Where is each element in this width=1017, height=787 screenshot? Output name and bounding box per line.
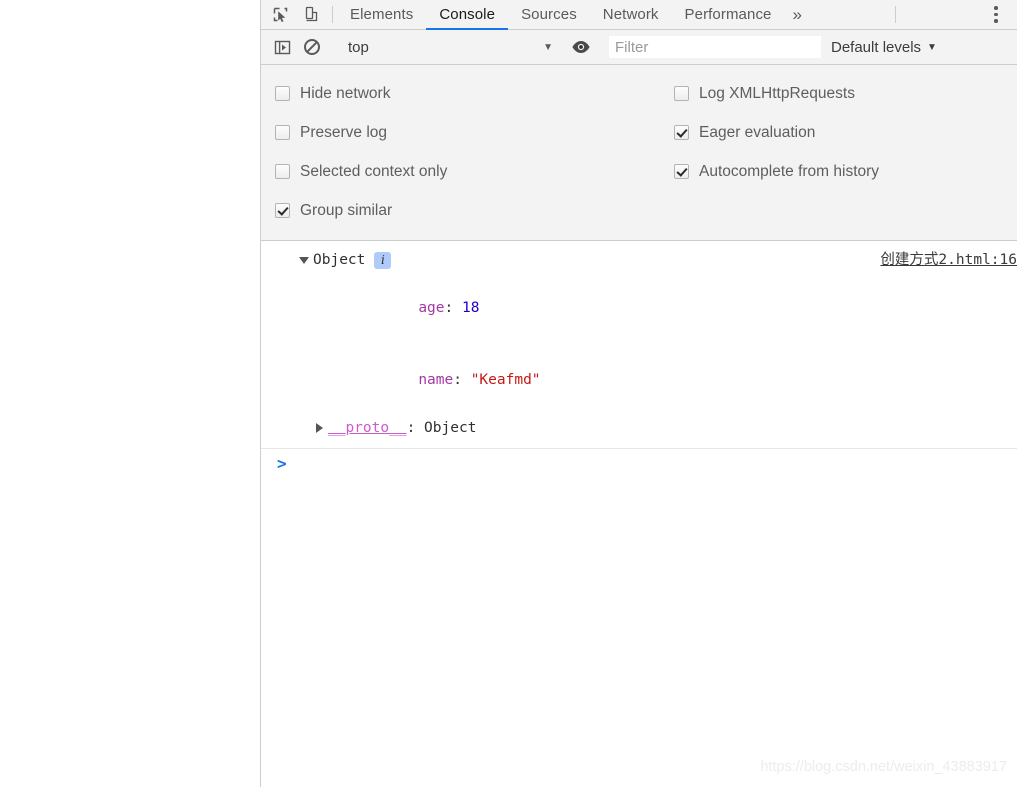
clear-console-icon[interactable] [299, 34, 325, 60]
prompt-caret-icon: > [277, 454, 287, 473]
selected-context-only-checkbox[interactable] [275, 164, 290, 179]
watermark: https://blog.csdn.net/weixin_43883917 [760, 759, 1007, 775]
hide-network-checkbox[interactable] [275, 86, 290, 101]
settings-column-left: Hide network Preserve log Selected conte… [261, 74, 666, 230]
tab-performance[interactable]: Performance [672, 0, 785, 29]
more-tabs-label: » [792, 4, 802, 24]
devtools-tool-icons [261, 0, 328, 29]
devtools-tabstrip: Elements Console Sources Network Perform… [261, 0, 1017, 30]
kebab-dot [994, 19, 998, 23]
screenshot-root: Elements Console Sources Network Perform… [0, 0, 1017, 787]
tab-network-label: Network [602, 6, 659, 23]
setting-hide-network[interactable]: Hide network [275, 74, 666, 113]
setting-group-similar[interactable]: Group similar [275, 191, 666, 230]
expand-triangle-icon[interactable] [316, 423, 323, 433]
autocomplete-from-history-label: Autocomplete from history [699, 162, 880, 180]
console-settings-pane: Hide network Preserve log Selected conte… [261, 65, 1017, 241]
more-tabs-chevron-icon[interactable]: » [785, 0, 812, 29]
log-xmlhttprequests-checkbox[interactable] [674, 86, 689, 101]
setting-autocomplete-from-history[interactable]: Autocomplete from history [674, 152, 1017, 191]
settings-column-right: Log XMLHttpRequests Eager evaluation Aut… [666, 74, 1017, 230]
eye-icon[interactable] [568, 34, 594, 60]
preserve-log-label: Preserve log [300, 123, 388, 141]
proto-value: Object [424, 420, 477, 436]
autocomplete-from-history-checkbox[interactable] [674, 164, 689, 179]
info-badge-icon: i [374, 251, 392, 269]
chevron-down-icon: ▼ [543, 41, 553, 53]
tab-elements[interactable]: Elements [337, 0, 426, 29]
proto-separator: : [406, 420, 425, 436]
log-levels-dropdown[interactable]: Default levels ▼ [831, 39, 937, 56]
property-separator: : [444, 300, 462, 316]
hide-network-label: Hide network [300, 84, 391, 102]
property-value: 18 [461, 300, 480, 316]
property-key: name [418, 372, 454, 388]
devtools-panel: Elements Console Sources Network Perform… [260, 0, 1017, 787]
setting-selected-context-only[interactable]: Selected context only [275, 152, 666, 191]
property-value: "Keafmd" [470, 372, 541, 388]
object-label: Object [313, 252, 366, 268]
tab-sources-label: Sources [521, 6, 577, 23]
tab-network[interactable]: Network [590, 0, 672, 29]
console-filter-toolbar: top ▼ Default levels ▼ [261, 30, 1017, 65]
tabstrip-divider-right [894, 6, 896, 23]
tab-console-label: Console [439, 6, 496, 23]
tab-elements-label: Elements [350, 6, 414, 23]
object-property-row: name: "Keafmd" [261, 344, 1017, 416]
console-output: 创建方式2.html:16 Object i age: 18 name: "Ke… [261, 241, 1017, 481]
console-sidebar-icon[interactable] [269, 34, 295, 60]
devtools-tabs: Elements Console Sources Network Perform… [337, 0, 785, 30]
execution-context-value: top [348, 38, 369, 56]
log-levels-label: Default levels [831, 38, 922, 56]
property-key: age [418, 300, 445, 316]
log-source-link[interactable]: 创建方式2.html:16 [880, 248, 1017, 272]
kebab-dot [994, 12, 998, 17]
tab-sources[interactable]: Sources [508, 0, 590, 29]
log-xmlhttprequests-label: Log XMLHttpRequests [699, 84, 855, 102]
setting-eager-evaluation[interactable]: Eager evaluation [674, 113, 1017, 152]
chevron-down-icon: ▼ [927, 41, 937, 53]
filter-input[interactable] [609, 36, 821, 58]
eager-evaluation-checkbox[interactable] [674, 125, 689, 140]
tab-performance-label: Performance [684, 6, 772, 23]
group-similar-label: Group similar [300, 201, 393, 219]
object-proto-row[interactable]: __proto__: Object [261, 416, 1017, 440]
kebab-dot [994, 6, 998, 10]
devtools-menu-icon[interactable] [983, 0, 1009, 29]
property-separator: : [453, 372, 471, 388]
proto-key: __proto__ [328, 420, 407, 436]
expand-triangle-icon[interactable] [299, 256, 309, 264]
setting-log-xmlhttprequests[interactable]: Log XMLHttpRequests [674, 74, 1017, 113]
console-prompt[interactable]: > [261, 449, 1017, 481]
setting-preserve-log[interactable]: Preserve log [275, 113, 666, 152]
group-similar-checkbox[interactable] [275, 203, 290, 218]
execution-context-select[interactable]: top ▼ [338, 34, 559, 60]
tabstrip-divider [332, 6, 333, 23]
selected-context-only-label: Selected context only [300, 162, 448, 180]
object-property-row: age: 18 [261, 272, 1017, 344]
device-toolbar-icon[interactable] [300, 4, 322, 26]
inspect-element-icon[interactable] [269, 4, 291, 26]
tab-console[interactable]: Console [426, 0, 508, 30]
preserve-log-checkbox[interactable] [275, 125, 290, 140]
console-log-entry[interactable]: 创建方式2.html:16 Object i age: 18 name: "Ke… [261, 241, 1017, 449]
eager-evaluation-label: Eager evaluation [699, 123, 816, 141]
